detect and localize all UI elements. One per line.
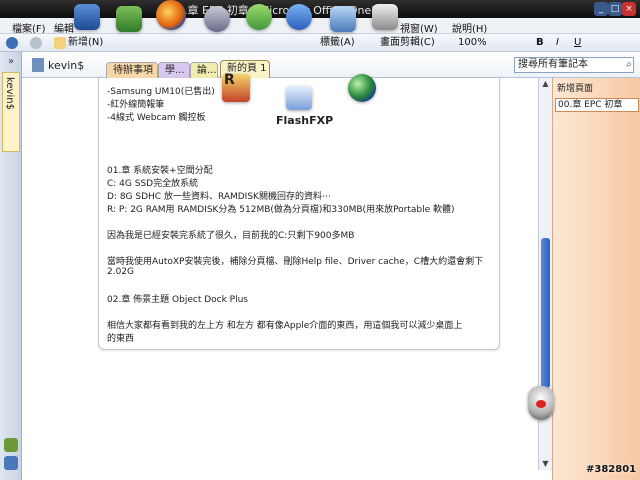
tags-button[interactable]: 標籤(A) xyxy=(320,36,355,50)
menu-window[interactable]: 視窗(W) xyxy=(400,20,438,35)
new-icon[interactable] xyxy=(54,37,66,49)
page-list-panel: 新增頁面 00.章 EPC 初章 xyxy=(552,78,640,480)
note-line: 相信大家都有看到我的左上方 和左方 都有像Apple介面的東西，用這個我可以減少… xyxy=(107,321,463,331)
note-line: 當時我使用AutoXP安裝完後，補除分頁檔、刪除Help file、Driver… xyxy=(107,257,484,267)
expand-nav-button[interactable]: » xyxy=(4,56,18,68)
notebook-label-vertical: kevin$ xyxy=(4,77,15,110)
new-page-button[interactable]: 新增頁面 xyxy=(557,82,637,96)
notebook-name: kevin$ xyxy=(48,59,85,72)
watermark-text: #382801 xyxy=(586,464,637,475)
maximize-button[interactable]: □ xyxy=(608,2,622,16)
note-line: -Samsung UM10(已售出) xyxy=(107,87,215,97)
back-icon[interactable] xyxy=(6,37,18,49)
r-icon-letter: R xyxy=(224,72,235,88)
scroll-thumb[interactable] xyxy=(541,238,550,388)
dock-printer-icon[interactable] xyxy=(372,4,398,30)
dock-firefox-icon[interactable] xyxy=(156,0,186,30)
recycle-icon[interactable] xyxy=(4,438,18,452)
note-line: 02.章 佈景主題 Object Dock Plus xyxy=(107,295,248,305)
navigation-bar: » kevin$ xyxy=(0,52,22,480)
dock-messenger-icon[interactable] xyxy=(246,4,272,30)
notebook-icon xyxy=(32,58,44,72)
note-line: 01.章 系統安裝+空間分配 xyxy=(107,166,213,176)
minimize-button[interactable]: _ xyxy=(594,2,608,16)
search-input[interactable]: 搜尋所有筆記本 xyxy=(514,57,634,73)
note-line: 2.02G xyxy=(107,267,135,277)
mouse-icon[interactable] xyxy=(528,386,554,420)
note-line: R: P: 2G RAM用 RAMDISK分為 512MB(做為分頁檔)和330… xyxy=(107,205,455,215)
page-list-item[interactable]: 00.章 EPC 初章 xyxy=(555,98,639,112)
note-line: -紅外線簡報筆 xyxy=(107,100,165,110)
underline-button[interactable]: U xyxy=(574,36,581,50)
zoom-select[interactable]: 100% xyxy=(458,36,487,50)
dock-cart-icon[interactable] xyxy=(116,6,142,32)
dock-monitor-icon[interactable] xyxy=(74,4,100,30)
menu-help[interactable]: 說明(H) xyxy=(452,20,487,35)
italic-button[interactable]: I xyxy=(556,36,559,50)
scroll-down-button[interactable]: ▼ xyxy=(539,458,552,470)
toolbar: 新增(N) 標籤(A) 畫面剪輯(C) 100% B I U xyxy=(0,34,640,52)
menu-edit[interactable]: 編輯 xyxy=(54,20,74,35)
clip-button[interactable]: 畫面剪輯(C) xyxy=(380,36,435,50)
note-line: -4線式 Webcam 觸控板 xyxy=(107,113,206,123)
tab-discuss[interactable]: 論... xyxy=(190,62,218,78)
dock-r-icon[interactable]: R xyxy=(222,72,250,102)
tab-study[interactable]: 學... xyxy=(158,62,190,78)
flashfxp-label: FlashFXP xyxy=(276,114,334,127)
dock-media-icon[interactable] xyxy=(204,6,230,32)
tab-todo[interactable]: 待辦事項 xyxy=(106,62,158,78)
section-header: kevin$ 待辦事項 學... 論... 新的頁 1 搜尋所有筆記本 ⌕ xyxy=(22,52,640,78)
note-line: C: 4G SSD完全放系統 xyxy=(107,179,199,189)
new-button[interactable]: 新增(N) xyxy=(68,36,103,50)
close-button[interactable]: × xyxy=(622,2,636,16)
search-icon[interactable]: ⌕ xyxy=(622,58,636,72)
menu-file[interactable]: 檔案(F) xyxy=(12,20,46,35)
scroll-up-button[interactable]: ▲ xyxy=(539,78,552,90)
bold-button[interactable]: B xyxy=(536,36,544,50)
dock-network-icon[interactable] xyxy=(330,6,356,32)
dock-ie-icon[interactable] xyxy=(286,4,312,30)
flashfxp-icon[interactable] xyxy=(286,86,312,110)
unfiled-notes-icon[interactable] xyxy=(4,456,18,470)
note-line: 因為我是已經安裝完系統了很久，目前我的C:只剩下900多MB xyxy=(107,231,355,241)
forward-icon[interactable] xyxy=(30,37,42,49)
note-line: 的東西 xyxy=(107,334,135,344)
globe-arrow-icon[interactable] xyxy=(348,74,376,102)
notebook-tab-vertical[interactable]: kevin$ xyxy=(2,72,20,152)
note-line: D: 8G SDHC 放一些資料、RAMDISK關機回存的資料⋯ xyxy=(107,192,331,202)
page-canvas[interactable]: -Samsung UM10(已售出) -紅外線簡報筆 -4線式 Webcam 觸… xyxy=(22,78,550,480)
